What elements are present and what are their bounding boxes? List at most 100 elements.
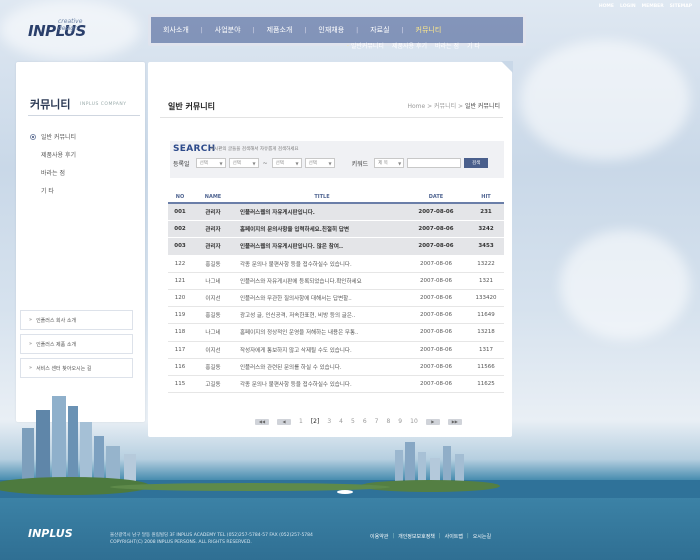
table-row[interactable]: 120 이지선 인플러스와 무관한 질의사항에 대해서는 답변할.. 2007-08-… — [168, 290, 504, 308]
table-row[interactable]: 118 나그네 홈페이지의 정상적인 운영을 저해하는 내용은 무통.. 2007-0… — [168, 324, 504, 342]
cell-name: 홍길동 — [205, 364, 221, 371]
select-value: 선택 — [232, 161, 241, 166]
page-link[interactable]: 7 — [375, 418, 379, 425]
nav-products[interactable]: 제품소개 — [267, 25, 293, 35]
cell-title[interactable]: 인플러스웹의 자유게시판입니다. 많은 참여.. — [234, 242, 404, 250]
quick-service-center-button[interactable]: » 서비스 센터 찾아오시는 길 — [20, 358, 133, 378]
table-row[interactable]: 121 나그네 인플러스와 자유게시판에 등록되었습니다.확인하세요 2007-08-… — [168, 273, 504, 290]
sidebar-item-general[interactable]: 일반 커뮤니티 — [30, 132, 76, 141]
cell-hit: 13218 — [477, 329, 495, 336]
prev-page-button[interactable]: ◀ — [277, 418, 291, 425]
subnav-wishes[interactable]: 바라는 점 — [435, 41, 459, 50]
site-logo[interactable]: creative design INPLUS — [28, 18, 86, 40]
quick-company-button[interactable]: » 인플러스 회사 소개 — [20, 310, 133, 330]
divider — [160, 117, 503, 118]
double-chevron-icon: » — [29, 317, 33, 323]
table-row[interactable]: 122 홍길동 각종 문의나 불편사항 등을 접수하실수 있습니다. 2007-08-… — [168, 256, 504, 273]
chevron-down-icon: ▼ — [219, 160, 223, 166]
cell-date: 2007-08-06 — [420, 312, 452, 319]
cell-name: 홍길동 — [205, 261, 221, 268]
cell-title[interactable]: 인플러스와 관련된 문의를 하실 수 있습니다. — [234, 363, 404, 371]
cell-name: 이지선 — [205, 347, 221, 354]
breadcrumb-home[interactable]: Home — [407, 103, 425, 110]
keyword-input[interactable] — [407, 158, 462, 168]
cell-date: 2007-08-06 — [420, 363, 452, 370]
nav-community[interactable]: 커뮤니티 — [416, 25, 442, 35]
footer-links: 이용약관 | 개인정보보호정책 | 사이트맵 | 오시는길 — [370, 533, 491, 540]
footer-link-directions[interactable]: 오시는길 — [473, 533, 491, 540]
chevron-down-icon: ▼ — [398, 160, 402, 166]
cell-hit: 1321 — [479, 277, 493, 284]
table-row[interactable]: 116 홍길동 인플러스와 관련된 문의를 하실 수 있습니다. 2007-08-06… — [168, 359, 504, 376]
cell-name: 관리자 — [205, 244, 221, 251]
subnav-reviews[interactable]: 제품사용 후기 — [392, 41, 427, 50]
search-description: 게시판의 글들을 검색해서 자유롭게 검색하세요 — [210, 147, 299, 152]
subnav-general[interactable]: · 일반커뮤니티 — [347, 41, 384, 50]
col-hit: HIT — [481, 194, 491, 200]
table-row[interactable]: 119 홍길동 광고성 글, 인신공격, 저속한표현, 비방 등의 글은.. 2007… — [168, 307, 504, 325]
nav-divider: | — [356, 26, 359, 34]
search-button[interactable]: 검색 — [464, 158, 489, 168]
quick-label: 인플러스 제품 소개 — [36, 341, 77, 348]
page-current[interactable]: [2] — [311, 418, 320, 425]
footer-link-terms[interactable]: 이용약관 — [370, 533, 388, 540]
cell-title[interactable]: 광고성 글, 인신공격, 저속한표현, 비방 등의 글은.. — [234, 311, 404, 319]
table-row[interactable]: 002 관리자 홈페이지의 문의사항을 입력하세요.친절히 답변 2007-08-06… — [168, 221, 504, 239]
select-value: 선택 — [275, 161, 284, 166]
table-row[interactable]: 003 관리자 인플러스웹의 자유게시판입니다. 많은 참여.. 2007-08-06… — [168, 238, 504, 256]
nav-company[interactable]: 회사소개 — [163, 25, 189, 35]
cell-title[interactable]: 각종 문의나 불편사항 등을 접수하실수 있습니다. — [234, 380, 404, 388]
copyright-line: COPYRIGHT(C) 2008 INPLUS PERSONS. ALL RI… — [110, 540, 252, 545]
month-from-select[interactable]: 선택 ▼ — [228, 158, 259, 168]
page-link[interactable]: 3 — [327, 418, 331, 425]
nav-divider: | — [200, 26, 203, 34]
keyword-field-select[interactable]: 제 목 ▼ — [374, 158, 405, 168]
page-link[interactable]: 9 — [398, 418, 402, 425]
divider: | — [467, 533, 469, 539]
year-from-select[interactable]: 선택 ▼ — [195, 158, 226, 168]
page-link[interactable]: 6 — [363, 418, 367, 425]
page-link[interactable]: 4 — [339, 418, 343, 425]
breadcrumb-community[interactable]: 커뮤니티 — [434, 103, 456, 110]
page-link[interactable]: 10 — [410, 418, 418, 425]
sidebar-item-etc[interactable]: 기 타 — [30, 186, 76, 195]
page-link[interactable]: 5 — [351, 418, 355, 425]
last-page-button[interactable]: ▶▶ — [447, 418, 462, 425]
cell-title[interactable]: 작성자에게 통보하지 않고 삭제될 수도 있습니다. — [234, 346, 404, 354]
cloud — [520, 40, 690, 160]
footer-link-sitemap[interactable]: 사이트맵 — [445, 533, 463, 540]
cell-date: 2007-08-06 — [420, 346, 452, 353]
cell-title[interactable]: 인플러스와 무관한 질의사항에 대해서는 답변할.. — [234, 294, 404, 302]
sidebar-title: 커뮤니티 — [30, 98, 71, 111]
cell-title[interactable]: 홈페이지의 문의사항을 입력하세요.친절히 답변 — [234, 225, 404, 233]
nav-archive[interactable]: 자료실 — [370, 25, 389, 35]
sidebar-item-wishes[interactable]: 바라는 점 — [30, 168, 76, 177]
nav-business[interactable]: 사업분야 — [215, 25, 241, 35]
table-row[interactable]: 117 이지선 작성자에게 통보하지 않고 삭제될 수도 있습니다. 2007-08-… — [168, 342, 504, 359]
subnav-general-label: 일반커뮤니티 — [350, 43, 384, 50]
nav-recruit[interactable]: 인재채용 — [318, 25, 344, 35]
next-page-button[interactable]: ▶ — [425, 418, 440, 425]
month-to-select[interactable]: 선택 ▼ — [304, 158, 335, 168]
year-to-select[interactable]: 선택 ▼ — [271, 158, 302, 168]
util-member-link[interactable]: MEMBER — [642, 4, 664, 9]
footer-link-privacy[interactable]: 개인정보보호정책 — [398, 533, 435, 540]
cell-date: 2007-08-06 — [418, 209, 454, 216]
page-link[interactable]: 1 — [299, 418, 303, 425]
cell-title[interactable]: 인플러스웹의 자유게시판입니다. — [234, 208, 404, 216]
sidebar-item-reviews[interactable]: 제품사용 후기 — [30, 150, 76, 159]
page-title: 일반 커뮤니티 — [168, 102, 215, 111]
table-row[interactable]: 001 관리자 인플러스웹의 자유게시판입니다. 2007-08-06 231 — [168, 204, 504, 222]
first-page-button[interactable]: ◀◀ — [255, 418, 269, 425]
cell-title[interactable]: 홈페이지의 정상적인 운영을 저해하는 내용은 무통.. — [234, 328, 404, 336]
page-link[interactable]: 8 — [386, 418, 390, 425]
quick-products-button[interactable]: » 인플러스 제품 소개 — [20, 334, 133, 354]
cell-no: 120 — [174, 295, 186, 302]
cell-title[interactable]: 각종 문의나 불편사항 등을 접수하실수 있습니다. — [234, 260, 404, 268]
subnav-etc[interactable]: 기 타 — [467, 41, 480, 50]
table-row[interactable]: 115 고길동 각종 문의나 불편사항 등을 접수하실수 있습니다. 2007-08-… — [168, 376, 504, 394]
util-home-link[interactable]: HOME — [599, 4, 614, 9]
util-login-link[interactable]: LOGIN — [620, 4, 636, 9]
cell-title[interactable]: 인플러스와 자유게시판에 등록되었습니다.확인하세요 — [234, 277, 404, 285]
util-sitemap-link[interactable]: SITEMAP — [670, 4, 692, 9]
